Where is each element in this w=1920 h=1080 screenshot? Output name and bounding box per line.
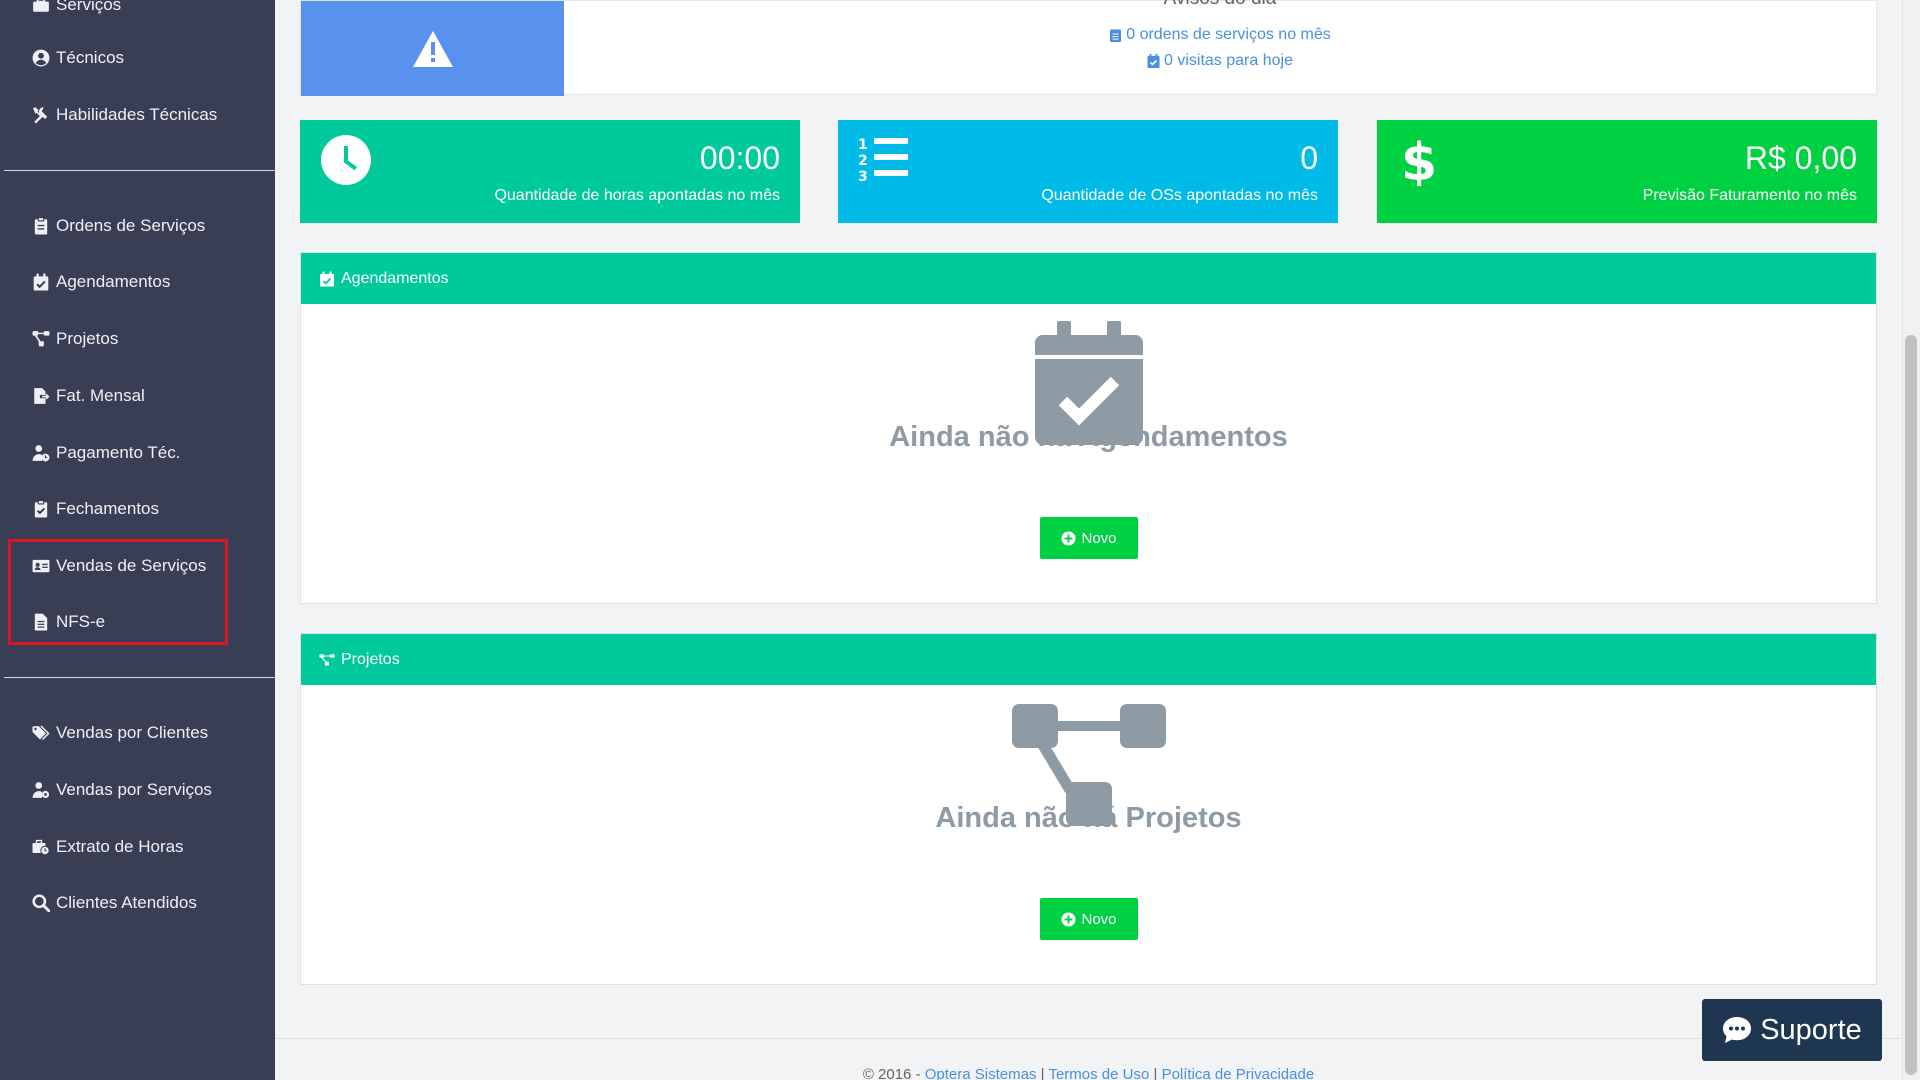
sidebar-item-label: Habilidades Técnicas xyxy=(56,105,218,124)
new-projeto-button[interactable]: Novo xyxy=(1040,898,1138,940)
sidebar-item-label: Vendas por Serviços xyxy=(56,780,212,799)
sidebar-item-clientes-atendidos[interactable]: Clientes Atendidos xyxy=(32,888,197,918)
agendamentos-panel: Agendamentos Ainda não há Agendamentos N… xyxy=(300,252,1877,604)
footer-divider xyxy=(275,1038,1902,1039)
notice-title: Avisos do dia xyxy=(564,0,1876,10)
footer-copyright: © 2016 - xyxy=(862,1066,921,1080)
support-button[interactable]: Suporte xyxy=(1702,999,1882,1061)
notice-visits-text: 0 visitas para hoje xyxy=(1164,52,1293,69)
stat-billing-value: R$ 0,00 xyxy=(1744,140,1857,176)
projetos-empty-text: Ainda não há Projetos xyxy=(935,802,1242,834)
notice-visits-link[interactable]: 0 visitas para hoje xyxy=(564,52,1876,70)
stat-os-label: Quantidade de OSs apontadas no mês xyxy=(1041,187,1318,204)
projetos-panel: Projetos Ainda não há Projetos Novo xyxy=(300,633,1877,985)
sidebar-item-label: Clientes Atendidos xyxy=(56,893,197,912)
sidebar-item-agendamentos[interactable]: Agendamentos xyxy=(32,267,170,297)
highlight-box xyxy=(8,539,228,645)
daily-notice-card: Avisos do dia 0 ordens de serviços no mê… xyxy=(300,0,1877,96)
sidebar-item-servicos[interactable]: Serviços xyxy=(32,0,121,20)
sidebar-item-fat-mensal[interactable]: Fat. Mensal xyxy=(32,381,145,411)
sidebar-item-label: Fat. Mensal xyxy=(56,386,145,405)
new-agendamento-label: Novo xyxy=(1081,529,1117,547)
new-projeto-label: Novo xyxy=(1081,910,1117,928)
user-clock-icon xyxy=(32,445,50,462)
calendar-check-icon xyxy=(1147,54,1160,68)
search-icon xyxy=(32,894,50,912)
tags-icon xyxy=(32,725,50,741)
svg-text:$: $ xyxy=(1401,134,1437,186)
user-circle-icon xyxy=(32,49,50,67)
sidebar-item-tecnicos[interactable]: Técnicos xyxy=(32,43,124,73)
sidebar-item-label: Serviços xyxy=(56,0,122,14)
toolbox-icon xyxy=(33,0,49,12)
svg-text:1: 1 xyxy=(858,137,868,153)
projetos-panel-header: Projetos xyxy=(301,634,1876,685)
agendamentos-empty-text: Ainda não há Agendamentos xyxy=(889,421,1288,453)
stat-hours-label: Quantidade de horas apontadas no mês xyxy=(494,187,780,204)
sidebar-item-vendas-por-clientes[interactable]: Vendas por Clientes xyxy=(32,718,208,748)
clipboard-icon xyxy=(1110,29,1122,42)
sidebar-item-pagamento-tec[interactable]: Pagamento Téc. xyxy=(32,438,180,468)
clipboard-check-icon xyxy=(34,500,48,518)
plus-circle-icon xyxy=(1061,530,1077,546)
briefcase-clock-icon xyxy=(32,839,50,856)
support-label: Suporte xyxy=(1760,1013,1862,1046)
sidebar-item-label: Extrato de Horas xyxy=(56,837,184,856)
new-agendamento-button[interactable]: Novo xyxy=(1040,517,1138,559)
user-cog-icon xyxy=(32,782,50,799)
notice-orders-text: 0 ordens de serviços no mês xyxy=(1126,26,1331,43)
footer-separator: | xyxy=(1040,1066,1045,1080)
dollar-icon: $ xyxy=(1401,134,1437,186)
sidebar-divider xyxy=(4,677,275,678)
sidebar-item-vendas-por-servicos[interactable]: Vendas por Serviços xyxy=(32,775,212,805)
stat-billing-label: Previsão Faturamento no mês xyxy=(1642,187,1857,204)
plus-circle-icon xyxy=(1061,911,1077,927)
stat-card-hours: 00:00 Quantidade de horas apontadas no m… xyxy=(300,120,800,223)
footer-terms-link[interactable]: Termos de Uso xyxy=(1048,1066,1149,1080)
list-ol-icon: 123 xyxy=(858,137,908,185)
footer: © 2016 - Optera Sistemas | Termos de Uso… xyxy=(275,1066,1902,1080)
project-diagram-icon xyxy=(32,331,50,347)
sidebar-item-label: Agendamentos xyxy=(56,272,171,291)
stat-card-billing: $ R$ 0,00 Previsão Faturamento no mês xyxy=(1377,120,1877,223)
warning-icon xyxy=(412,30,453,67)
sidebar-item-label: Ordens de Serviços xyxy=(56,216,206,235)
file-export-icon xyxy=(34,388,50,404)
projetos-panel-title: Projetos xyxy=(341,650,400,668)
clipboard-icon xyxy=(34,217,48,235)
notice-icon-box xyxy=(301,1,564,96)
footer-separator: | xyxy=(1153,1066,1158,1080)
project-diagram-icon xyxy=(319,653,335,666)
scrollbar-thumb[interactable] xyxy=(1905,335,1917,1075)
sidebar-item-label: Pagamento Téc. xyxy=(56,443,181,462)
clock-icon xyxy=(321,135,371,185)
sidebar-item-ordens-de-servicos[interactable]: Ordens de Serviços xyxy=(32,211,205,241)
sidebar-divider xyxy=(4,170,275,171)
sidebar: Serviços Técnicos Habilidades Técnicas O… xyxy=(0,0,275,1080)
page-scrollbar[interactable] xyxy=(1902,0,1920,1080)
sidebar-item-fechamentos[interactable]: Fechamentos xyxy=(32,494,159,524)
agendamentos-panel-title: Agendamentos xyxy=(341,269,449,287)
footer-company-link[interactable]: Optera Sistemas xyxy=(925,1066,1037,1080)
chat-bubble-icon xyxy=(1723,1017,1752,1043)
agendamentos-panel-header: Agendamentos xyxy=(301,253,1876,304)
footer-privacy-link[interactable]: Política de Privacidade xyxy=(1162,1066,1315,1080)
svg-text:2: 2 xyxy=(858,153,868,169)
calendar-check-icon xyxy=(33,273,49,291)
sidebar-item-label: Fechamentos xyxy=(56,499,159,518)
sidebar-item-label: Técnicos xyxy=(56,48,125,67)
tools-icon xyxy=(33,107,48,124)
sidebar-item-extrato-de-horas[interactable]: Extrato de Horas xyxy=(32,832,184,862)
stat-card-os: 123 0 Quantidade de OSs apontadas no mês xyxy=(838,120,1338,223)
sidebar-item-habilidades-tecnicas[interactable]: Habilidades Técnicas xyxy=(32,100,217,130)
notice-orders-link[interactable]: 0 ordens de serviços no mês xyxy=(564,26,1876,44)
calendar-check-icon xyxy=(320,271,334,286)
stat-os-value: 0 xyxy=(1300,140,1318,176)
svg-text:3: 3 xyxy=(858,169,868,185)
sidebar-item-label: Vendas por Clientes xyxy=(56,723,209,742)
sidebar-item-label: Projetos xyxy=(56,329,119,348)
sidebar-item-projetos[interactable]: Projetos xyxy=(32,324,118,354)
stat-hours-value: 00:00 xyxy=(699,140,780,176)
